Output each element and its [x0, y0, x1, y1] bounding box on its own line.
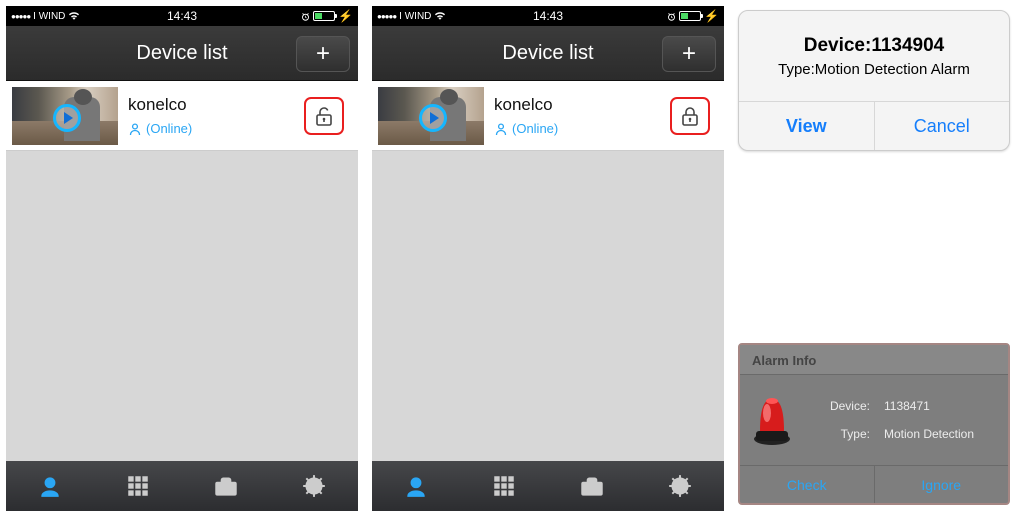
alert-cancel-button[interactable]: Cancel: [875, 102, 1010, 150]
device-thumbnail: [12, 87, 118, 145]
signal-icon: ●●●●●: [377, 11, 396, 22]
alarm-type-label: Type:: [841, 427, 870, 441]
wifi-icon: [68, 11, 80, 21]
battery-icon: [313, 11, 335, 21]
alarm-info-card: Alarm Info Device: 1138471 Type: Motion: [738, 343, 1010, 505]
tab-toolbox[interactable]: [548, 461, 636, 511]
battery-icon: [679, 11, 701, 21]
alarm-card-title: Alarm Info: [740, 345, 1008, 375]
tab-bar: [372, 461, 724, 511]
charging-icon: ⚡: [704, 9, 719, 23]
unlock-icon: [314, 105, 334, 127]
alarm-icon: [301, 12, 310, 21]
device-status: (Online): [128, 121, 294, 136]
charging-icon: ⚡: [338, 9, 353, 23]
tab-grid[interactable]: [94, 461, 182, 511]
device-name-label: konelco: [128, 95, 294, 115]
lock-toggle-button[interactable]: [670, 97, 710, 135]
device-id-value: 1138471: [884, 399, 930, 413]
user-icon: [128, 122, 142, 136]
status-time: 14:43: [167, 9, 197, 23]
tab-toolbox[interactable]: [182, 461, 270, 511]
wifi-icon: [434, 11, 446, 21]
device-list-item[interactable]: konelco (Online): [6, 81, 358, 151]
alert-title: Device:1134904: [804, 35, 945, 57]
carrier-label: I WIND: [33, 11, 65, 22]
status-time: 14:43: [533, 9, 563, 23]
phone-screen-1: ●●●●● I WIND 14:43 ⚡ Device list +: [6, 6, 358, 511]
add-device-button[interactable]: +: [662, 36, 716, 72]
add-device-button[interactable]: +: [296, 36, 350, 72]
device-id-label: Device:: [830, 399, 870, 413]
device-name-label: konelco: [494, 95, 660, 115]
status-bar: ●●●●● I WIND 14:43 ⚡: [372, 6, 724, 26]
play-icon[interactable]: [53, 104, 81, 132]
device-thumbnail: [378, 87, 484, 145]
alarm-icon: [667, 12, 676, 21]
page-title: Device list: [502, 42, 593, 65]
ios-alert-dialog: Device:1134904 Type:Motion Detection Ala…: [738, 10, 1010, 151]
tab-devices[interactable]: [372, 461, 460, 511]
tab-devices[interactable]: [6, 461, 94, 511]
alert-view-button[interactable]: View: [739, 102, 875, 150]
tab-settings[interactable]: [270, 461, 358, 511]
tab-settings[interactable]: [636, 461, 724, 511]
alarm-type-value: Motion Detection: [884, 427, 974, 441]
lock-toggle-button[interactable]: [304, 97, 344, 135]
tab-grid[interactable]: [460, 461, 548, 511]
alarm-ignore-button[interactable]: Ignore: [875, 466, 1009, 503]
lock-icon: [680, 105, 700, 127]
alarm-beacon-icon: [750, 391, 794, 450]
carrier-label: I WIND: [399, 11, 431, 22]
device-status: (Online): [494, 121, 660, 136]
play-icon[interactable]: [419, 104, 447, 132]
page-title: Device list: [136, 42, 227, 65]
user-icon: [494, 122, 508, 136]
status-bar: ●●●●● I WIND 14:43 ⚡: [6, 6, 358, 26]
phone-screen-2: ●●●●● I WIND 14:43 ⚡ Device list +: [372, 6, 724, 511]
alarm-check-button[interactable]: Check: [740, 466, 875, 503]
tab-bar: [6, 461, 358, 511]
device-list-item[interactable]: konelco (Online): [372, 81, 724, 151]
header: Device list +: [6, 26, 358, 81]
signal-icon: ●●●●●: [11, 11, 30, 22]
header: Device list +: [372, 26, 724, 81]
alert-subtitle: Type:Motion Detection Alarm: [778, 61, 970, 78]
